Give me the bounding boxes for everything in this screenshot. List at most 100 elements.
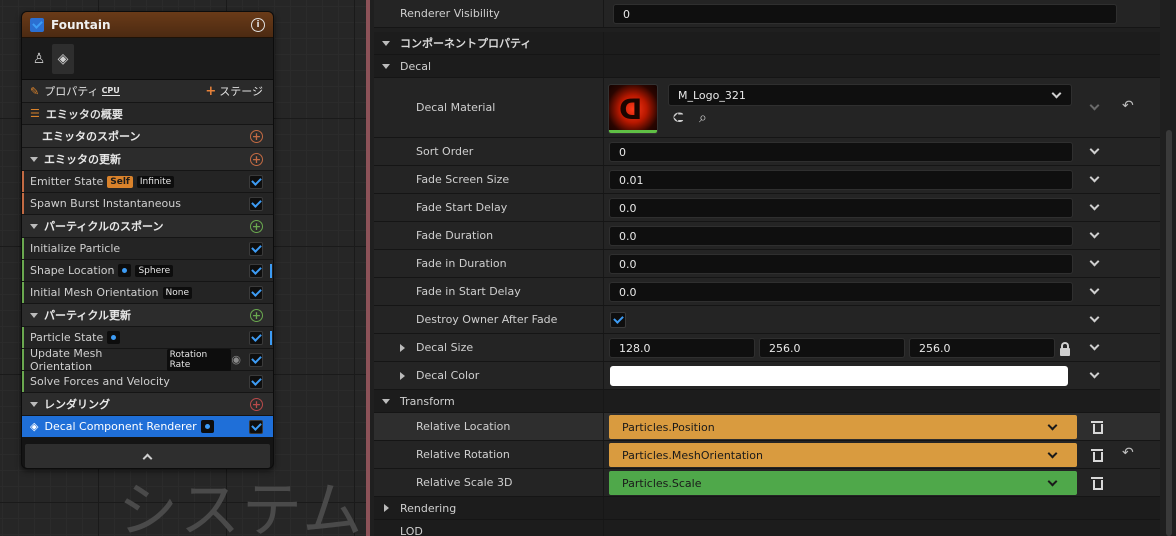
section-emitter-spawn[interactable]: エミッタのスポーン + xyxy=(22,125,273,148)
collapse-node-button[interactable] xyxy=(25,444,270,468)
browse-asset-icon[interactable]: ⌕ xyxy=(699,110,707,126)
renderer-visibility-input[interactable]: 0 xyxy=(613,4,1117,24)
fade-start-delay-input[interactable]: 0.0 xyxy=(609,198,1073,218)
category-component-properties[interactable]: コンポーネントプロパティ xyxy=(374,32,1160,55)
module-enabled-checkbox[interactable] xyxy=(249,174,263,189)
module-enabled-checkbox[interactable] xyxy=(249,196,263,211)
section-particle-update[interactable]: パーティクル更新 + xyxy=(22,304,273,327)
row-sort-order: Sort Order 0 xyxy=(374,138,1160,166)
section-particle-spawn[interactable]: パーティクルのスポーン + xyxy=(22,215,273,238)
renderer-enabled-checkbox[interactable] xyxy=(249,419,263,434)
collapse-icon[interactable] xyxy=(30,156,38,162)
chevron-down-icon[interactable] xyxy=(1089,228,1100,239)
chevron-down-icon[interactable] xyxy=(1089,256,1100,267)
module-decal-renderer[interactable]: ◈ Decal Component Renderer xyxy=(22,416,273,438)
chevron-down-icon[interactable] xyxy=(1089,200,1100,211)
module-enabled-checkbox[interactable] xyxy=(249,330,263,345)
collapse-icon[interactable] xyxy=(30,223,38,229)
sort-order-input[interactable]: 0 xyxy=(609,142,1073,162)
expand-icon[interactable] xyxy=(400,344,405,352)
reset-to-default-icon[interactable]: ↶ xyxy=(1122,445,1134,461)
lock-icon[interactable] xyxy=(1060,342,1070,356)
decal-size-y-input[interactable]: 256.0 xyxy=(759,338,905,358)
add-module-icon[interactable]: + xyxy=(250,129,263,143)
collapse-icon[interactable] xyxy=(30,401,38,407)
collapse-icon[interactable] xyxy=(382,64,390,69)
add-module-icon[interactable]: + xyxy=(250,308,263,322)
module-shape-location[interactable]: Shape Location Sphere xyxy=(22,260,273,282)
category-rendering[interactable]: Rendering xyxy=(374,497,1160,520)
module-enabled-checkbox[interactable] xyxy=(249,241,263,256)
chevron-down-icon[interactable] xyxy=(1089,368,1100,379)
decal-color-swatch[interactable] xyxy=(610,366,1068,386)
module-initial-mesh-orientation[interactable]: Initial Mesh Orientation None xyxy=(22,282,273,304)
link-badge-icon xyxy=(200,420,214,433)
module-enabled-checkbox[interactable] xyxy=(249,285,263,300)
graph-canvas[interactable]: システム Fountain i ♙ ◈ ✎ プロパティ CPU + ステージ ☰… xyxy=(0,0,366,536)
chevron-down-icon[interactable] xyxy=(1089,340,1100,351)
trash-icon[interactable] xyxy=(1091,421,1103,434)
emitter-header[interactable]: Fountain i xyxy=(22,12,273,38)
section-rendering[interactable]: レンダリング + xyxy=(22,393,273,416)
fade-in-duration-input[interactable]: 0.0 xyxy=(609,254,1073,274)
use-selected-asset-icon[interactable]: ⮈ xyxy=(673,110,684,126)
relative-rotation-binding[interactable]: Particles.MeshOrientation xyxy=(609,443,1077,467)
module-enabled-checkbox[interactable] xyxy=(249,374,263,389)
row-fade-screen-size: Fade Screen Size 0.01 xyxy=(374,166,1160,194)
mesh-icon[interactable]: ♙ xyxy=(28,44,50,74)
material-thumbnail[interactable]: ᗡ xyxy=(608,84,658,134)
collapse-icon[interactable] xyxy=(382,399,390,404)
chevron-down-icon[interactable] xyxy=(1089,284,1100,295)
module-initialize-particle[interactable]: Initialize Particle xyxy=(22,238,273,260)
fade-duration-input[interactable]: 0.0 xyxy=(609,226,1073,246)
emitter-title: Fountain xyxy=(51,17,111,32)
collapse-icon[interactable] xyxy=(382,41,390,46)
category-decal[interactable]: Decal xyxy=(374,55,1160,78)
module-emitter-state[interactable]: Emitter State Self Infinite xyxy=(22,171,273,193)
fade-in-start-delay-input[interactable]: 0.0 xyxy=(609,282,1073,302)
module-enabled-checkbox[interactable] xyxy=(249,352,263,367)
emitter-node[interactable]: Fountain i ♙ ◈ ✎ プロパティ CPU + ステージ ☰ エミッタ… xyxy=(21,11,274,469)
destroy-owner-checkbox[interactable] xyxy=(610,312,626,328)
trash-icon[interactable] xyxy=(1091,449,1103,462)
add-module-icon[interactable]: + xyxy=(250,152,263,166)
chevron-down-icon[interactable] xyxy=(1089,144,1100,155)
category-lod[interactable]: LOD xyxy=(374,520,1160,536)
info-icon[interactable]: i xyxy=(251,17,265,32)
row-decal-color: Decal Color xyxy=(374,362,1160,390)
decal-material-dropdown[interactable]: M_Logo_321 xyxy=(668,84,1072,106)
trash-icon[interactable] xyxy=(1091,477,1103,490)
decal-size-x-input[interactable]: 128.0 xyxy=(609,338,755,358)
eye-icon[interactable]: ◉ xyxy=(231,353,241,366)
stage-label[interactable]: ステージ xyxy=(219,83,263,99)
module-spawn-burst[interactable]: Spawn Burst Instantaneous xyxy=(22,193,273,215)
section-emitter-update[interactable]: エミッタの更新 + xyxy=(22,148,273,171)
row-renderer-visibility: Renderer Visibility 0 xyxy=(374,0,1160,28)
details-scrollbar[interactable] xyxy=(1166,130,1172,536)
expand-icon[interactable] xyxy=(384,504,389,512)
chevron-down-icon xyxy=(1051,88,1062,99)
module-update-mesh-orientation[interactable]: Update Mesh Orientation Rotation Rate ◉ xyxy=(22,347,273,373)
pencil-icon: ✎ xyxy=(30,84,40,98)
reset-to-default-icon[interactable]: ↶ xyxy=(1122,98,1134,114)
emitter-summary-row[interactable]: ☰ エミッタの概要 xyxy=(22,103,273,125)
collapse-icon[interactable] xyxy=(30,312,38,318)
properties-row[interactable]: ✎ プロパティ CPU + ステージ xyxy=(22,80,273,103)
emitter-enabled-checkbox[interactable] xyxy=(30,17,44,32)
chevron-down-icon[interactable] xyxy=(1089,172,1100,183)
decal-renderer-icon[interactable]: ◈ xyxy=(52,43,74,74)
module-enabled-checkbox[interactable] xyxy=(249,263,263,278)
chevron-down-icon[interactable] xyxy=(1089,312,1100,323)
fade-screen-size-input[interactable]: 0.01 xyxy=(609,170,1073,190)
decal-size-z-input[interactable]: 256.0 xyxy=(909,338,1055,358)
relative-scale-binding[interactable]: Particles.Scale xyxy=(609,471,1077,495)
add-renderer-icon[interactable]: + xyxy=(250,397,263,411)
relative-location-binding[interactable]: Particles.Position xyxy=(609,415,1077,439)
module-solve-forces[interactable]: Solve Forces and Velocity xyxy=(22,371,273,393)
chevron-down-icon xyxy=(1047,476,1058,487)
category-transform[interactable]: Transform xyxy=(374,390,1160,413)
add-module-icon[interactable]: + xyxy=(250,219,263,233)
chevron-up-icon xyxy=(142,453,153,463)
expand-icon[interactable] xyxy=(400,372,405,380)
add-stage-icon[interactable]: + xyxy=(205,84,216,99)
